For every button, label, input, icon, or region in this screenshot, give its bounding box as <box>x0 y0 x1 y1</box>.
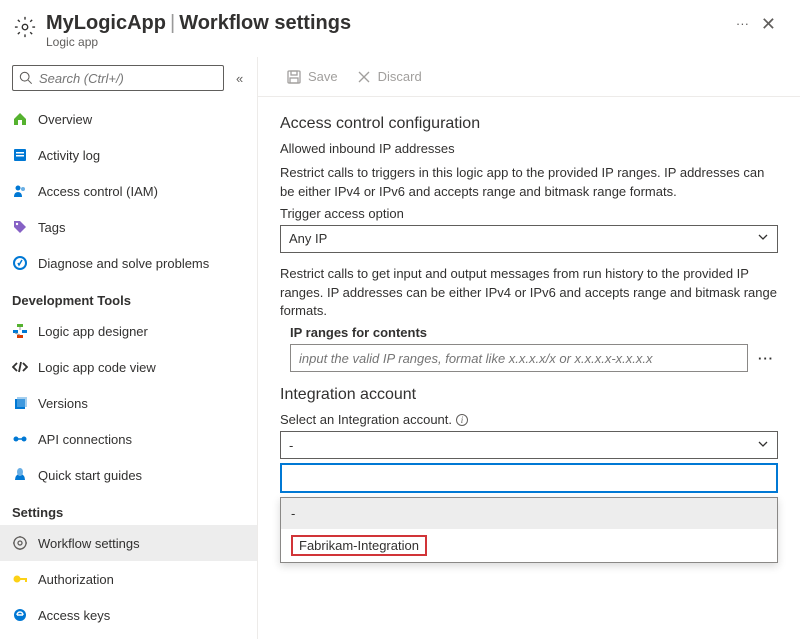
sidebar-section-settings: Settings <box>0 493 257 525</box>
sidebar-item-label: API connections <box>38 432 132 447</box>
sidebar-item-label: Overview <box>38 112 92 127</box>
content-desc: Restrict calls to get input and output m… <box>280 265 778 322</box>
sidebar-item-label: Access keys <box>38 608 110 623</box>
integration-dropdown-list: - Fabrikam-Integration <box>280 497 778 563</box>
sidebar-item-access-control[interactable]: Access control (IAM) <box>0 173 257 209</box>
sidebar-item-quickstart[interactable]: Quick start guides <box>0 457 257 493</box>
sidebar-item-label: Access control (IAM) <box>38 184 158 199</box>
designer-icon <box>12 323 28 339</box>
trigger-desc: Restrict calls to triggers in this logic… <box>280 164 778 202</box>
workflow-settings-icon <box>12 535 28 551</box>
authorization-icon <box>12 571 28 587</box>
sidebar-item-label: Logic app code view <box>38 360 156 375</box>
discard-icon <box>356 69 372 85</box>
ip-ranges-label: IP ranges for contents <box>280 325 778 340</box>
sidebar-item-api-connections[interactable]: API connections <box>0 421 257 457</box>
sidebar-section-dev: Development Tools <box>0 281 257 313</box>
integration-select-label: Select an Integration account. i <box>280 412 778 427</box>
sidebar-item-tags[interactable]: Tags <box>0 209 257 245</box>
info-icon[interactable]: i <box>456 414 468 426</box>
integration-option-fabrikam[interactable]: Fabrikam-Integration <box>281 529 777 562</box>
sidebar-item-workflow-settings[interactable]: Workflow settings <box>0 525 257 561</box>
chevron-down-icon <box>757 231 769 246</box>
allowed-inbound-label: Allowed inbound IP addresses <box>280 141 778 156</box>
save-icon <box>286 69 302 85</box>
integration-dropdown-search[interactable] <box>280 463 778 493</box>
ip-more-button[interactable]: ··· <box>754 351 778 366</box>
search-input[interactable] <box>33 71 217 86</box>
sidebar-item-label: Authorization <box>38 572 114 587</box>
sidebar-item-label: Logic app designer <box>38 324 148 339</box>
sidebar-item-diagnose[interactable]: Diagnose and solve problems <box>0 245 257 281</box>
integration-heading: Integration account <box>280 386 778 404</box>
integration-option-none[interactable]: - <box>281 498 777 529</box>
sidebar-item-label: Versions <box>38 396 88 411</box>
page-title: MyLogicApp|Workflow settings <box>46 12 728 35</box>
close-button[interactable]: ✕ <box>757 14 780 35</box>
gear-icon <box>14 16 36 38</box>
integration-selected-value: - <box>289 438 293 453</box>
tags-icon <box>12 219 28 235</box>
quickstart-icon <box>12 467 28 483</box>
access-control-icon <box>12 183 28 199</box>
diagnose-icon <box>12 255 28 271</box>
sidebar-item-activity-log[interactable]: Activity log <box>0 137 257 173</box>
trigger-option-value: Any IP <box>289 231 327 246</box>
sidebar-item-versions[interactable]: Versions <box>0 385 257 421</box>
sidebar: « Overview Activity log Access control (… <box>0 57 258 639</box>
sidebar-item-label: Activity log <box>38 148 100 163</box>
sidebar-item-authorization[interactable]: Authorization <box>0 561 257 597</box>
search-icon <box>19 71 33 85</box>
integration-account-select[interactable]: - <box>280 431 778 459</box>
chevron-down-icon <box>757 438 769 453</box>
page-subtitle: Logic app <box>46 35 728 49</box>
activity-log-icon <box>12 147 28 163</box>
collapse-sidebar-button[interactable]: « <box>232 69 247 88</box>
discard-button[interactable]: Discard <box>348 65 430 89</box>
ip-ranges-input[interactable] <box>290 344 748 372</box>
save-button[interactable]: Save <box>278 65 346 89</box>
code-view-icon <box>12 359 28 375</box>
sidebar-item-access-keys[interactable]: Access keys <box>0 597 257 633</box>
api-conn-icon <box>12 431 28 447</box>
sidebar-item-label: Quick start guides <box>38 468 142 483</box>
trigger-option-label: Trigger access option <box>280 206 778 221</box>
sidebar-item-designer[interactable]: Logic app designer <box>0 313 257 349</box>
sidebar-item-label: Tags <box>38 220 65 235</box>
save-button-label: Save <box>308 69 338 84</box>
sidebar-item-label: Workflow settings <box>38 536 140 551</box>
sidebar-item-code-view[interactable]: Logic app code view <box>0 349 257 385</box>
access-control-heading: Access control configuration <box>280 115 778 133</box>
search-box[interactable] <box>12 65 224 91</box>
trigger-option-select[interactable]: Any IP <box>280 225 778 253</box>
sidebar-item-label: Diagnose and solve problems <box>38 256 209 271</box>
access-keys-icon <box>12 607 28 623</box>
discard-button-label: Discard <box>378 69 422 84</box>
more-actions-button[interactable]: ··· <box>728 16 757 31</box>
overview-icon <box>12 111 28 127</box>
sidebar-item-overview[interactable]: Overview <box>0 101 257 137</box>
versions-icon <box>12 395 28 411</box>
